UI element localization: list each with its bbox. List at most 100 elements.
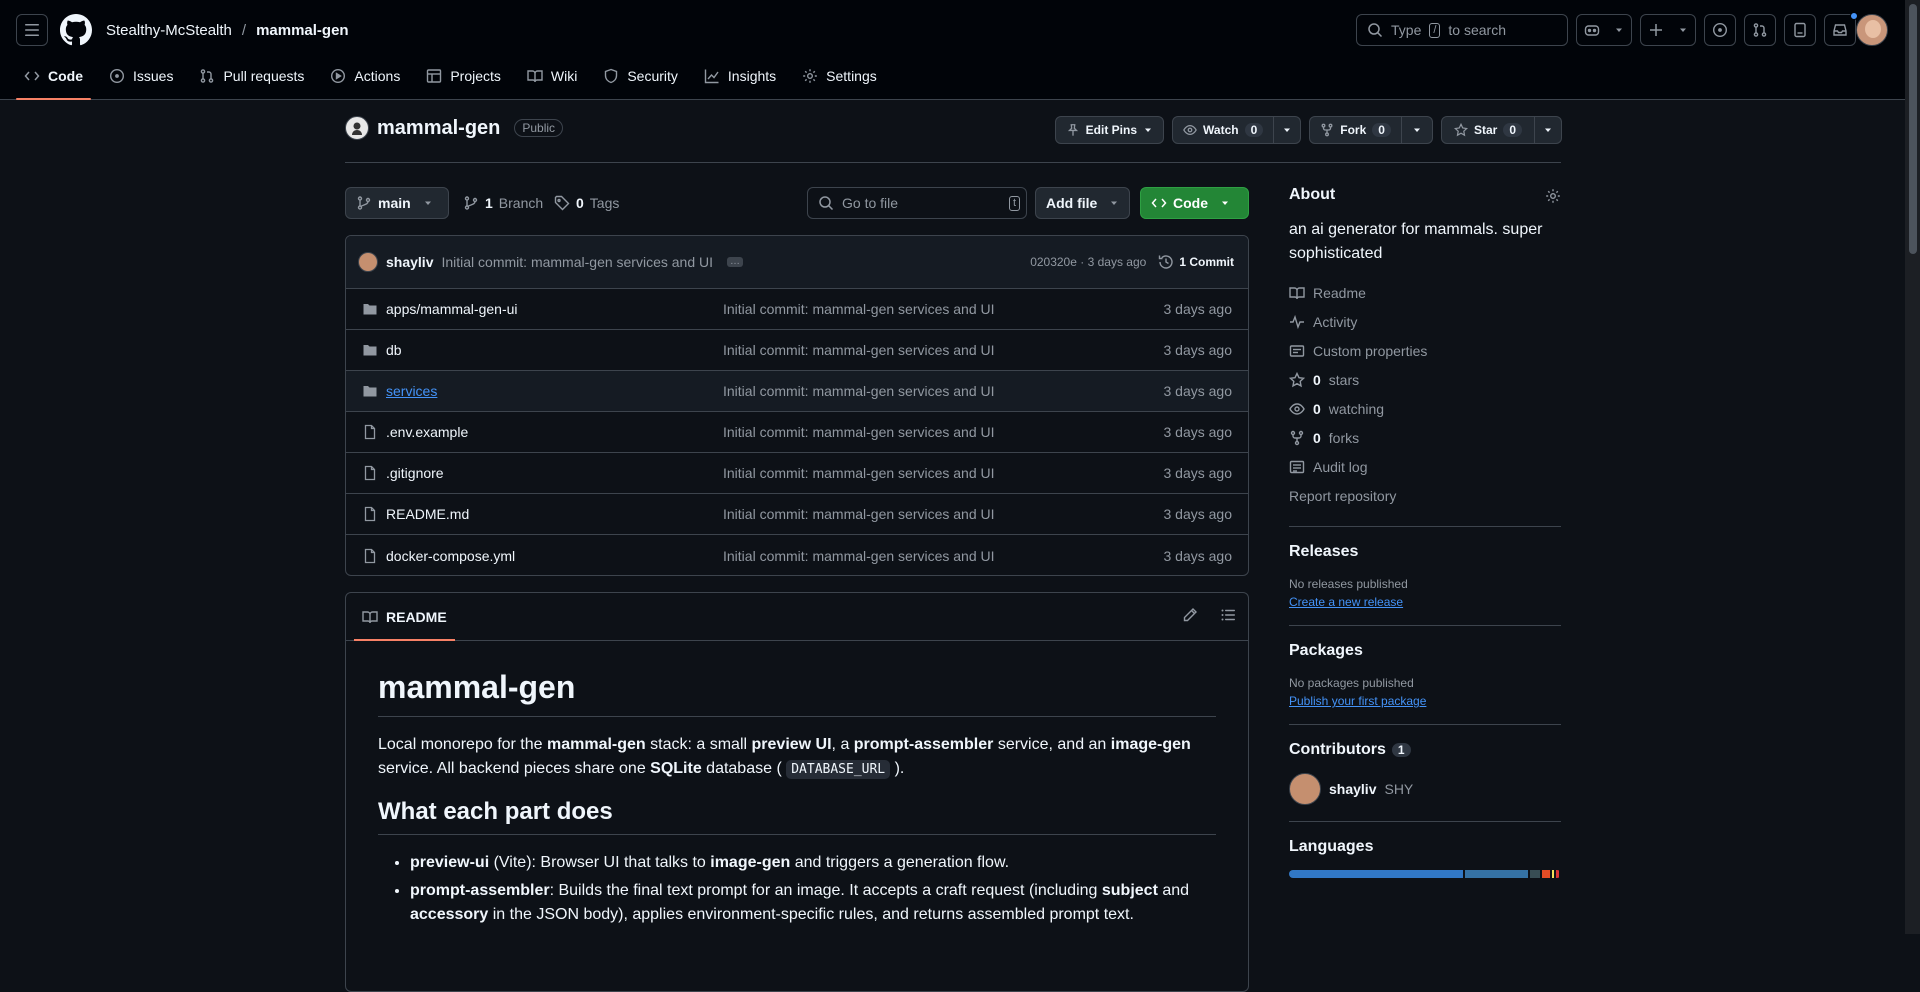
pull-requests-button[interactable]	[1744, 14, 1776, 46]
table-row[interactable]: .gitignore Initial commit: mammal-gen se…	[346, 453, 1248, 494]
tab-settings[interactable]: Settings	[794, 60, 885, 92]
tags-link[interactable]: 0 Tags	[554, 195, 619, 211]
repositories-button[interactable]	[1784, 14, 1816, 46]
file-commit-message[interactable]: Initial commit: mammal-gen services and …	[723, 424, 995, 440]
language-segment	[1289, 870, 1464, 878]
file-commit-message[interactable]: Initial commit: mammal-gen services and …	[723, 342, 995, 358]
file-name[interactable]: README.md	[386, 506, 469, 522]
fork-dropdown[interactable]	[1401, 116, 1433, 144]
issue-icon	[109, 68, 125, 84]
table-row[interactable]: docker-compose.yml Initial commit: mamma…	[346, 535, 1248, 575]
sidebar-item-label: forks	[1328, 429, 1360, 446]
sidebar-item-stars[interactable]: 0 stars	[1289, 365, 1561, 394]
table-row[interactable]: .env.example Initial commit: mammal-gen …	[346, 412, 1248, 453]
code-icon	[24, 71, 40, 81]
contributor-item[interactable]: shayliv SHY	[1289, 773, 1561, 805]
language-segment	[1542, 870, 1550, 878]
tab-pull-requests[interactable]: Pull requests	[191, 60, 312, 92]
expand-commit-button[interactable]: …	[727, 257, 744, 267]
create-new-button[interactable]	[1640, 14, 1696, 46]
commit-age: 3 days ago	[1087, 255, 1147, 269]
watch-button[interactable]: Watch 0	[1172, 116, 1275, 144]
file-commit-message[interactable]: Initial commit: mammal-gen services and …	[723, 465, 995, 481]
add-file-button[interactable]: Add file	[1035, 187, 1131, 219]
contributors-heading[interactable]: Contributors 1	[1289, 741, 1561, 759]
folder-icon	[363, 345, 377, 356]
packages-heading[interactable]: Packages	[1289, 642, 1561, 660]
file-commit-message[interactable]: Initial commit: mammal-gen services and …	[723, 383, 995, 399]
file-commit-message[interactable]: Initial commit: mammal-gen services and …	[723, 506, 995, 522]
eye-icon	[1289, 402, 1305, 415]
create-release-link[interactable]: Create a new release	[1289, 595, 1403, 609]
file-name[interactable]: .gitignore	[386, 465, 444, 481]
pin-icon	[1067, 124, 1078, 136]
page-scrollbar[interactable]	[1905, 0, 1920, 934]
fork-icon	[1290, 430, 1304, 445]
edit-pins-button[interactable]: Edit Pins	[1054, 116, 1165, 144]
tab-actions[interactable]: Actions	[322, 60, 408, 92]
go-to-file-input[interactable]: Go to file t	[807, 187, 1027, 219]
sidebar-item-audit-log[interactable]: Audit log	[1289, 452, 1561, 481]
table-row[interactable]: services Initial commit: mammal-gen serv…	[346, 371, 1248, 412]
tab-wiki[interactable]: Wiki	[519, 60, 585, 92]
sidebar-item-forks[interactable]: 0 forks	[1289, 423, 1561, 452]
breadcrumb-repo[interactable]: mammal-gen	[256, 22, 349, 39]
report-repository-link[interactable]: Report repository	[1289, 481, 1561, 510]
table-row[interactable]: db Initial commit: mammal-gen services a…	[346, 330, 1248, 371]
list-unordered-icon[interactable]	[1220, 607, 1236, 623]
branches-link[interactable]: 1 Branch	[463, 195, 543, 211]
tab-security[interactable]: Security	[595, 60, 686, 92]
file-name[interactable]: db	[386, 342, 402, 358]
user-avatar[interactable]	[1856, 14, 1888, 46]
breadcrumb-owner[interactable]: Stealthy-McStealth	[106, 22, 232, 39]
readme-tab[interactable]: README	[354, 593, 455, 641]
pull-request-icon	[201, 69, 214, 83]
star-button[interactable]: Star 0	[1440, 116, 1535, 144]
tab-code[interactable]: Code	[16, 60, 91, 100]
commit-message[interactable]: Initial commit: mammal-gen services and …	[441, 254, 713, 270]
menu-button[interactable]	[16, 14, 48, 46]
file-name[interactable]: services	[386, 383, 437, 399]
file-name[interactable]: apps/mammal-gen-ui	[386, 301, 518, 317]
notifications-button[interactable]	[1824, 12, 1858, 46]
sidebar-item-readme[interactable]: Readme	[1289, 278, 1561, 307]
repo-owner-avatar[interactable]	[345, 116, 369, 140]
pencil-icon[interactable]	[1182, 607, 1198, 623]
code-button[interactable]: Code	[1140, 187, 1249, 219]
repo-nav-tabs: Code Issues Pull requests Actions Projec…	[16, 60, 895, 100]
language-segment	[1556, 870, 1559, 878]
tab-projects[interactable]: Projects	[418, 60, 509, 92]
sidebar-item-activity[interactable]: Activity	[1289, 307, 1561, 336]
file-commit-message[interactable]: Initial commit: mammal-gen services and …	[723, 301, 995, 317]
github-logo[interactable]	[60, 14, 92, 46]
publish-package-link[interactable]: Publish your first package	[1289, 694, 1426, 708]
tab-label: Actions	[354, 68, 401, 84]
table-row[interactable]: README.md Initial commit: mammal-gen ser…	[346, 494, 1248, 535]
gear-icon[interactable]	[1545, 188, 1561, 204]
sidebar-item-watching[interactable]: 0 watching	[1289, 394, 1561, 423]
commit-author-avatar[interactable]	[358, 252, 378, 272]
tab-insights[interactable]: Insights	[696, 60, 784, 92]
tab-issues[interactable]: Issues	[101, 60, 181, 92]
scrollbar-thumb[interactable]	[1909, 4, 1917, 254]
global-search[interactable]: Type / to search	[1356, 14, 1568, 46]
tag-icon	[554, 195, 570, 211]
releases-heading[interactable]: Releases	[1289, 543, 1561, 561]
issues-button[interactable]	[1704, 14, 1736, 46]
file-name[interactable]: .env.example	[386, 424, 468, 440]
table-row[interactable]: apps/mammal-gen-ui Initial commit: mamma…	[346, 289, 1248, 330]
chevron-down-icon	[1680, 28, 1686, 32]
commit-author[interactable]: shayliv	[386, 254, 433, 270]
avatar[interactable]	[1289, 773, 1321, 805]
file-commit-message[interactable]: Initial commit: mammal-gen services and …	[723, 548, 995, 564]
star-dropdown[interactable]	[1535, 116, 1562, 144]
sidebar-item-custom-properties[interactable]: Custom properties	[1289, 336, 1561, 365]
copilot-button[interactable]	[1576, 14, 1632, 46]
branch-selector[interactable]: main	[345, 187, 449, 219]
fork-button[interactable]: Fork 0	[1309, 116, 1402, 144]
commit-history-link[interactable]: 1 Commit	[1158, 254, 1234, 270]
repo-name[interactable]: mammal-gen	[377, 117, 500, 140]
commit-sha[interactable]: 020320e	[1030, 255, 1077, 269]
file-name[interactable]: docker-compose.yml	[386, 548, 515, 564]
watch-dropdown[interactable]	[1274, 116, 1302, 144]
